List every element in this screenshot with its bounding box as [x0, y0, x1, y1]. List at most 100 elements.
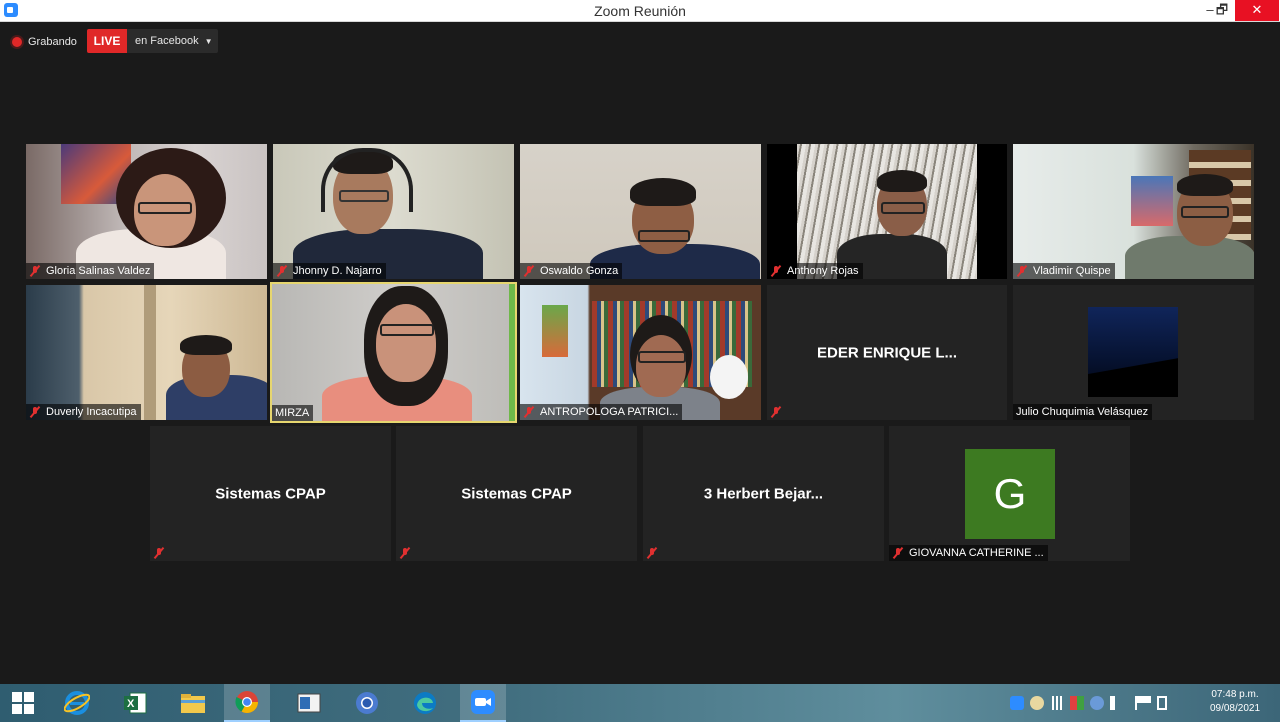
video-feed [1013, 144, 1254, 279]
live-destination[interactable]: en Facebook ▼ [127, 29, 218, 53]
participant-name-bar [643, 545, 667, 561]
close-button[interactable]: ✕ [1235, 0, 1279, 21]
participant-name-bar: Gloria Salinas Valdez [26, 263, 155, 279]
muted-mic-icon [770, 406, 782, 418]
app-window-icon [297, 693, 321, 713]
participant-name: Jhonny D. Najarro [293, 265, 382, 277]
participant-name: Julio Chuquimia Velásquez [1016, 406, 1149, 418]
window-title: Zoom Reunión [594, 3, 686, 19]
svg-text:X: X [127, 698, 135, 710]
flag-icon[interactable] [1135, 696, 1151, 710]
video-tile-anthony[interactable]: Anthony Rojas [767, 144, 1007, 279]
video-tile-vladimir[interactable]: Vladimir Quispe [1013, 144, 1254, 279]
muted-mic-icon [29, 406, 41, 418]
video-tile-gloria[interactable]: Gloria Salinas Valdez [26, 144, 267, 279]
participant-display-name: Sistemas CPAP [215, 485, 326, 502]
tray-app-icon[interactable] [1030, 696, 1044, 710]
participant-name: Gloria Salinas Valdez [46, 265, 151, 277]
battery-icon[interactable] [1157, 696, 1167, 710]
live-destination-label: en Facebook [135, 35, 199, 47]
participant-name: Duverly Incacutipa [46, 406, 137, 418]
muted-mic-icon [523, 406, 535, 418]
network-icon[interactable] [1050, 696, 1064, 710]
chrome-icon [235, 691, 258, 713]
participant-name: Vladimir Quispe [1033, 265, 1111, 277]
video-feed [520, 285, 761, 420]
volume-icon[interactable] [1110, 696, 1129, 710]
taskbar-zoom[interactable] [460, 684, 506, 722]
video-tile-oswaldo[interactable]: Oswaldo Gonza [520, 144, 761, 279]
zoom-tray-icon[interactable] [1010, 696, 1024, 710]
video-tile-sistemas-cpap-1[interactable]: Sistemas CPAP [150, 426, 391, 561]
muted-mic-icon [646, 547, 658, 559]
taskbar-internet-explorer[interactable] [54, 684, 100, 722]
taskbar-edge[interactable] [402, 684, 448, 722]
participant-display-name: EDER ENRIQUE L... [816, 344, 958, 361]
participant-name-bar [767, 404, 791, 420]
participant-name: Oswaldo Gonza [540, 265, 619, 277]
zoom-icon [471, 690, 495, 714]
participant-name-bar: Duverly Incacutipa [26, 404, 141, 420]
clock-date: 09/08/2021 [1209, 703, 1261, 714]
participant-name: MIRZA [275, 407, 310, 419]
tray-colors-icon[interactable] [1070, 696, 1084, 710]
record-dot-icon [12, 37, 22, 47]
participant-name-bar [396, 545, 420, 561]
taskbar-chrome-alt[interactable] [344, 684, 390, 722]
taskbar-excel[interactable]: X [112, 684, 158, 722]
live-stream-button[interactable]: LIVE en Facebook ▼ [87, 29, 218, 53]
start-button[interactable] [0, 684, 46, 722]
video-tile-mirza[interactable]: MIRZA [270, 282, 517, 423]
participant-name-bar: Julio Chuquimia Velásquez [1013, 404, 1153, 420]
avatar: G [965, 449, 1055, 539]
video-feed [26, 285, 267, 420]
chevron-down-icon: ▼ [204, 36, 213, 46]
muted-mic-icon [29, 265, 41, 277]
participant-display-name: 3 Herbert Bejar... [703, 485, 824, 502]
participant-name-bar: Jhonny D. Najarro [273, 263, 386, 279]
system-clock[interactable]: 07:48 p.m. 09/08/2021 [1200, 688, 1270, 716]
muted-mic-icon [1016, 265, 1028, 277]
video-tile-julio[interactable]: Julio Chuquimia Velásquez [1013, 285, 1254, 420]
video-tile-jhonny[interactable]: Jhonny D. Najarro [273, 144, 514, 279]
participant-name-bar: Anthony Rojas [767, 263, 863, 279]
clock-time: 07:48 p.m. [1211, 689, 1259, 700]
title-bar: Zoom Reunión – 🗗 ✕ [0, 0, 1280, 22]
internet-explorer-icon [64, 691, 90, 715]
video-feed [273, 144, 514, 279]
profile-picture [1088, 307, 1178, 397]
video-feed [272, 284, 515, 421]
participant-name-bar: MIRZA [272, 405, 314, 421]
video-tile-eder[interactable]: EDER ENRIQUE L... [767, 285, 1007, 420]
system-tray [1010, 684, 1167, 722]
folder-icon [181, 694, 205, 713]
muted-mic-icon [892, 547, 904, 559]
edge-icon [414, 692, 436, 714]
video-feed [26, 144, 267, 279]
taskbar-chrome[interactable] [224, 684, 270, 722]
excel-icon: X [124, 692, 147, 714]
participant-name: Anthony Rojas [787, 265, 859, 277]
participant-name-bar: ANTROPOLOGA PATRICI... [520, 404, 683, 420]
video-tile-antropologa[interactable]: ANTROPOLOGA PATRICI... [520, 285, 761, 420]
video-tile-duverly[interactable]: Duverly Incacutipa [26, 285, 267, 420]
restore-button[interactable]: 🗗 [1208, 0, 1236, 21]
windows-icon [12, 692, 34, 714]
muted-mic-icon [153, 547, 165, 559]
taskbar-file-explorer[interactable] [170, 684, 216, 722]
live-badge: LIVE [87, 29, 127, 53]
video-tile-herbert[interactable]: 3 Herbert Bejar... [643, 426, 884, 561]
participant-name-bar: Vladimir Quispe [1013, 263, 1115, 279]
muted-mic-icon [276, 265, 288, 277]
video-tile-sistemas-cpap-2[interactable]: Sistemas CPAP [396, 426, 637, 561]
participant-name-bar [150, 545, 174, 561]
participant-name: GIOVANNA CATHERINE ... [909, 547, 1044, 559]
participant-display-name: Sistemas CPAP [461, 485, 572, 502]
participant-name: ANTROPOLOGA PATRICI... [540, 406, 679, 418]
tray-globe-icon[interactable] [1090, 696, 1104, 710]
muted-mic-icon [523, 265, 535, 277]
recording-label: Grabando [28, 36, 77, 48]
chrome-icon [356, 692, 378, 714]
taskbar-app-window[interactable] [286, 684, 332, 722]
participant-name-bar: GIOVANNA CATHERINE ... [889, 545, 1048, 561]
